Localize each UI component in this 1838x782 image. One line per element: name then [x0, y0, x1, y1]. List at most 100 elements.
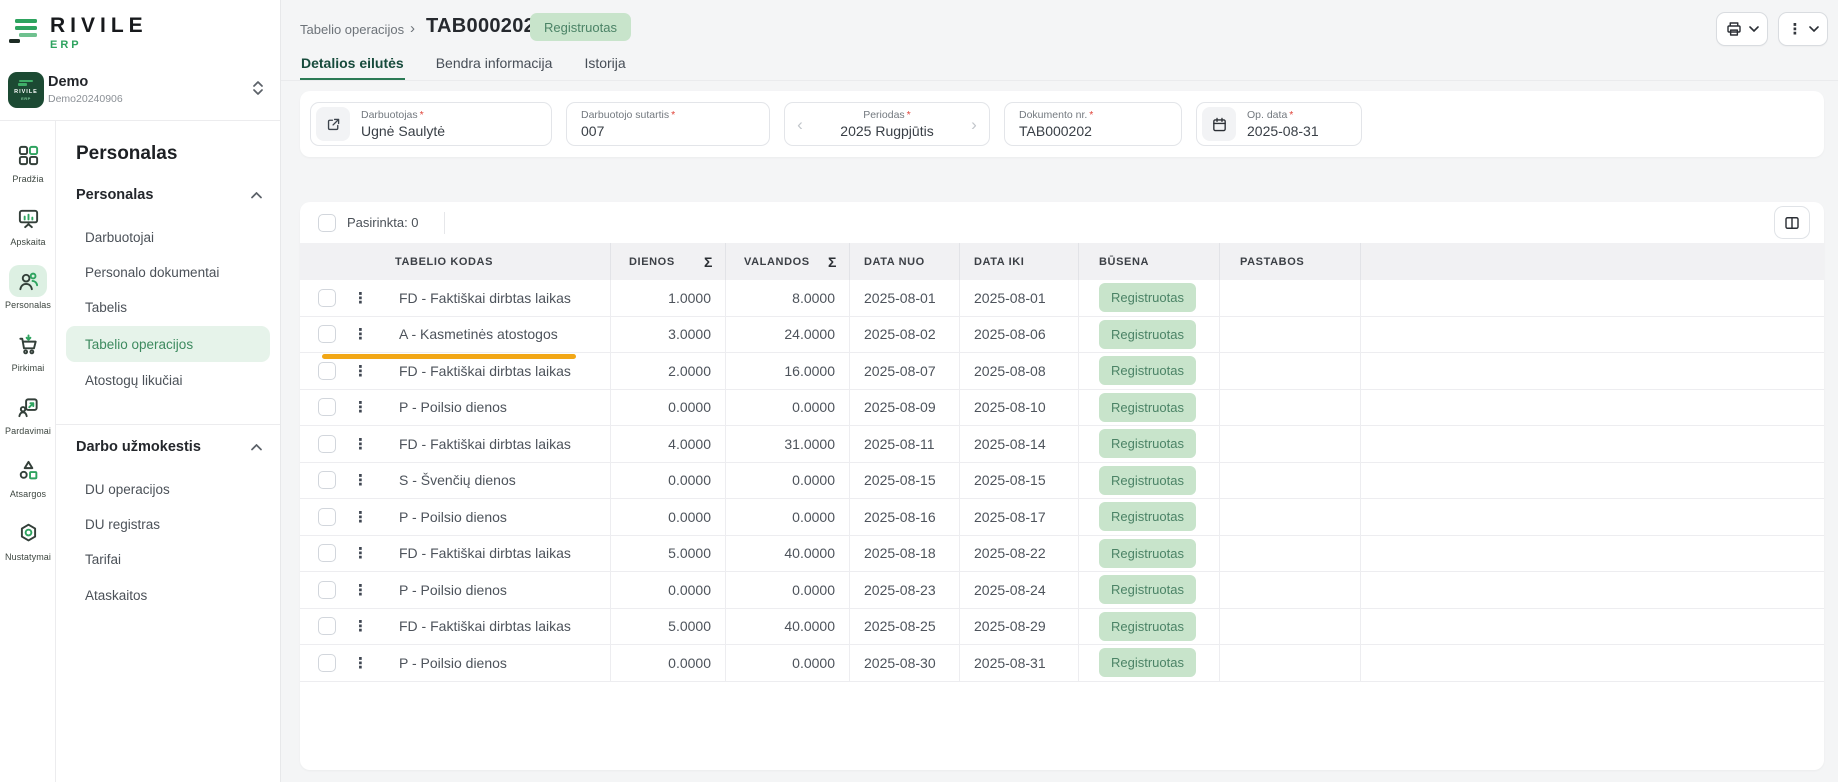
table-row[interactable]: ⋮P - Poilsio dienos 0.0000 0.0000 2025-0…: [300, 572, 1824, 609]
calendar-icon[interactable]: [1202, 107, 1236, 141]
sidebar-item-tabelio-operacijos[interactable]: Tabelio operacijos: [66, 326, 270, 362]
rail-item-apskaita[interactable]: Apskaita: [0, 202, 56, 265]
sidebar-section-personalas[interactable]: Personalas: [76, 183, 262, 207]
status-badge: Registruotas: [1099, 648, 1196, 677]
row-checkbox[interactable]: [318, 471, 336, 489]
rail-item-personalas[interactable]: Personalas: [0, 265, 56, 328]
rail-item-pardavimai[interactable]: Pardavimai: [0, 391, 56, 454]
col-data-iki[interactable]: DATA IKI: [959, 243, 1078, 280]
row-pastabos: [1219, 499, 1360, 535]
row-menu-icon[interactable]: ⋮: [353, 617, 367, 635]
darbuotojas-field[interactable]: Darbuotojas* Ugnė Saulytė: [310, 102, 552, 146]
more-actions-button[interactable]: ⋮: [1778, 12, 1828, 46]
sidebar-item-atostogu-likuciai[interactable]: Atostogų likučiai: [66, 362, 270, 398]
periodas-field[interactable]: ‹ Periodas* 2025 Rugpjūtis ›: [784, 102, 990, 146]
table-row[interactable]: ⋮P - Poilsio dienos 0.0000 0.0000 2025-0…: [300, 499, 1824, 536]
tab-istorija[interactable]: Istorija: [583, 48, 626, 80]
row-data-nuo: 2025-08-18: [849, 536, 959, 572]
rail-item-nustatymai[interactable]: Nustatymai: [0, 517, 56, 580]
row-valandos: 0.0000: [725, 572, 849, 608]
row-dienos: 0.0000: [610, 390, 725, 426]
chevron-up-icon: [251, 192, 262, 199]
external-link-icon[interactable]: [316, 107, 350, 141]
row-menu-icon[interactable]: ⋮: [353, 654, 367, 672]
row-menu-icon[interactable]: ⋮: [353, 435, 367, 453]
row-menu-icon[interactable]: ⋮: [353, 325, 367, 343]
row-menu-icon[interactable]: ⋮: [353, 544, 367, 562]
col-data-nuo[interactable]: DATA NUO: [849, 243, 959, 280]
row-valandos: 0.0000: [725, 390, 849, 426]
row-busena: Registruotas: [1078, 499, 1219, 535]
table-row[interactable]: ⋮FD - Faktiškai dirbtas laikas 1.0000 8.…: [300, 280, 1824, 317]
table-row[interactable]: ⋮S - Švenčių dienos 0.0000 0.0000 2025-0…: [300, 463, 1824, 500]
row-pastabos: [1219, 317, 1360, 353]
col-pastabos[interactable]: PASTABOS: [1219, 243, 1360, 280]
op-data-field[interactable]: Op. data* 2025-08-31: [1196, 102, 1362, 146]
sidebar-item-du-registras[interactable]: DU registras: [66, 506, 270, 542]
tab-bendra-informacija[interactable]: Bendra informacija: [435, 48, 554, 80]
row-checkbox[interactable]: [318, 325, 336, 343]
row-pastabos: [1219, 536, 1360, 572]
row-pastabos: [1219, 426, 1360, 462]
table-row[interactable]: ⋮FD - Faktiškai dirbtas laikas 5.0000 40…: [300, 536, 1824, 573]
row-menu-icon[interactable]: ⋮: [353, 398, 367, 416]
row-checkbox[interactable]: [318, 544, 336, 562]
sidebar-section-darbo-uzmokestis[interactable]: Darbo užmokestis: [76, 435, 262, 459]
row-checkbox[interactable]: [318, 289, 336, 307]
app-root: RIVILE ERP RIVILE ERP Demo Demo20240906: [0, 0, 1838, 782]
sidebar-item-du-operacijos[interactable]: DU operacijos: [66, 471, 270, 507]
workspace-switcher-icon[interactable]: [252, 80, 264, 96]
sidebar-item-darbuotojai[interactable]: Darbuotojai: [66, 219, 270, 255]
row-data-iki: 2025-08-17: [959, 499, 1078, 535]
sum-icon[interactable]: Σ: [828, 254, 837, 270]
row-menu-icon[interactable]: ⋮: [353, 362, 367, 380]
row-empty: [1360, 280, 1824, 316]
row-checkbox[interactable]: [318, 435, 336, 453]
row-checkbox[interactable]: [318, 617, 336, 635]
tab-detalios-eilutes[interactable]: Detalios eilutės: [300, 48, 405, 80]
row-checkbox[interactable]: [318, 398, 336, 416]
row-menu-icon[interactable]: ⋮: [353, 289, 367, 307]
sidebar-item-tarifai[interactable]: Tarifai: [66, 541, 270, 577]
row-menu-icon[interactable]: ⋮: [353, 508, 367, 526]
menu-toggle-icon[interactable]: [8, 16, 40, 46]
chevron-right-icon[interactable]: ›: [965, 103, 983, 147]
sidebar-item-tabelis[interactable]: Tabelis: [66, 289, 270, 325]
rail-item-pradzia[interactable]: Pradžia: [0, 139, 56, 202]
sidebar-item-personalo-dokumentai[interactable]: Personalo dokumentai: [66, 254, 270, 290]
row-checkbox[interactable]: [318, 362, 336, 380]
chevron-down-icon: [1749, 26, 1759, 32]
rail-item-pirkimai[interactable]: Pirkimai: [0, 328, 56, 391]
row-menu-icon[interactable]: ⋮: [353, 581, 367, 599]
col-dienos[interactable]: DIENOSΣ: [610, 243, 725, 280]
row-data-nuo: 2025-08-11: [849, 426, 959, 462]
sales-icon: [9, 391, 47, 423]
row-data-nuo: 2025-08-02: [849, 317, 959, 353]
table-row[interactable]: ⋮A - Kasmetinės atostogos 3.0000 24.0000…: [300, 317, 1824, 354]
row-data-iki: 2025-08-01: [959, 280, 1078, 316]
columns-toggle-button[interactable]: [1774, 206, 1810, 239]
rail-item-atsargos[interactable]: Atsargos: [0, 454, 56, 517]
row-pastabos: [1219, 463, 1360, 499]
print-button[interactable]: [1716, 12, 1768, 46]
table-row[interactable]: ⋮P - Poilsio dienos 0.0000 0.0000 2025-0…: [300, 645, 1824, 682]
col-valandos[interactable]: VALANDOSΣ: [725, 243, 849, 280]
table-row[interactable]: ⋮P - Poilsio dienos 0.0000 0.0000 2025-0…: [300, 390, 1824, 427]
col-busena[interactable]: BŪSENA: [1078, 243, 1219, 280]
table-row[interactable]: ⋮FD - Faktiškai dirbtas laikas 4.0000 31…: [300, 426, 1824, 463]
row-checkbox[interactable]: [318, 581, 336, 599]
row-menu-icon[interactable]: ⋮: [353, 471, 367, 489]
sidebar-item-ataskaitos[interactable]: Ataskaitos: [66, 577, 270, 613]
breadcrumb[interactable]: Tabelio operacijos: [300, 22, 404, 37]
col-tabelio-kodas[interactable]: TABELIO KODAS: [300, 243, 610, 280]
dokumento-nr-field[interactable]: Dokumento nr.* TAB000202: [1004, 102, 1182, 146]
table-row[interactable]: ⋮FD - Faktiškai dirbtas laikas 5.0000 40…: [300, 609, 1824, 646]
selected-count-label: Pasirinkta: 0: [347, 215, 419, 230]
select-all-checkbox[interactable]: [318, 214, 336, 232]
shapes-icon: [9, 454, 47, 486]
row-dienos: 4.0000: [610, 426, 725, 462]
sum-icon[interactable]: Σ: [704, 254, 713, 270]
row-checkbox[interactable]: [318, 508, 336, 526]
darbuotojo-sutartis-field[interactable]: Darbuotojo sutartis* 007: [566, 102, 770, 146]
row-checkbox[interactable]: [318, 654, 336, 672]
